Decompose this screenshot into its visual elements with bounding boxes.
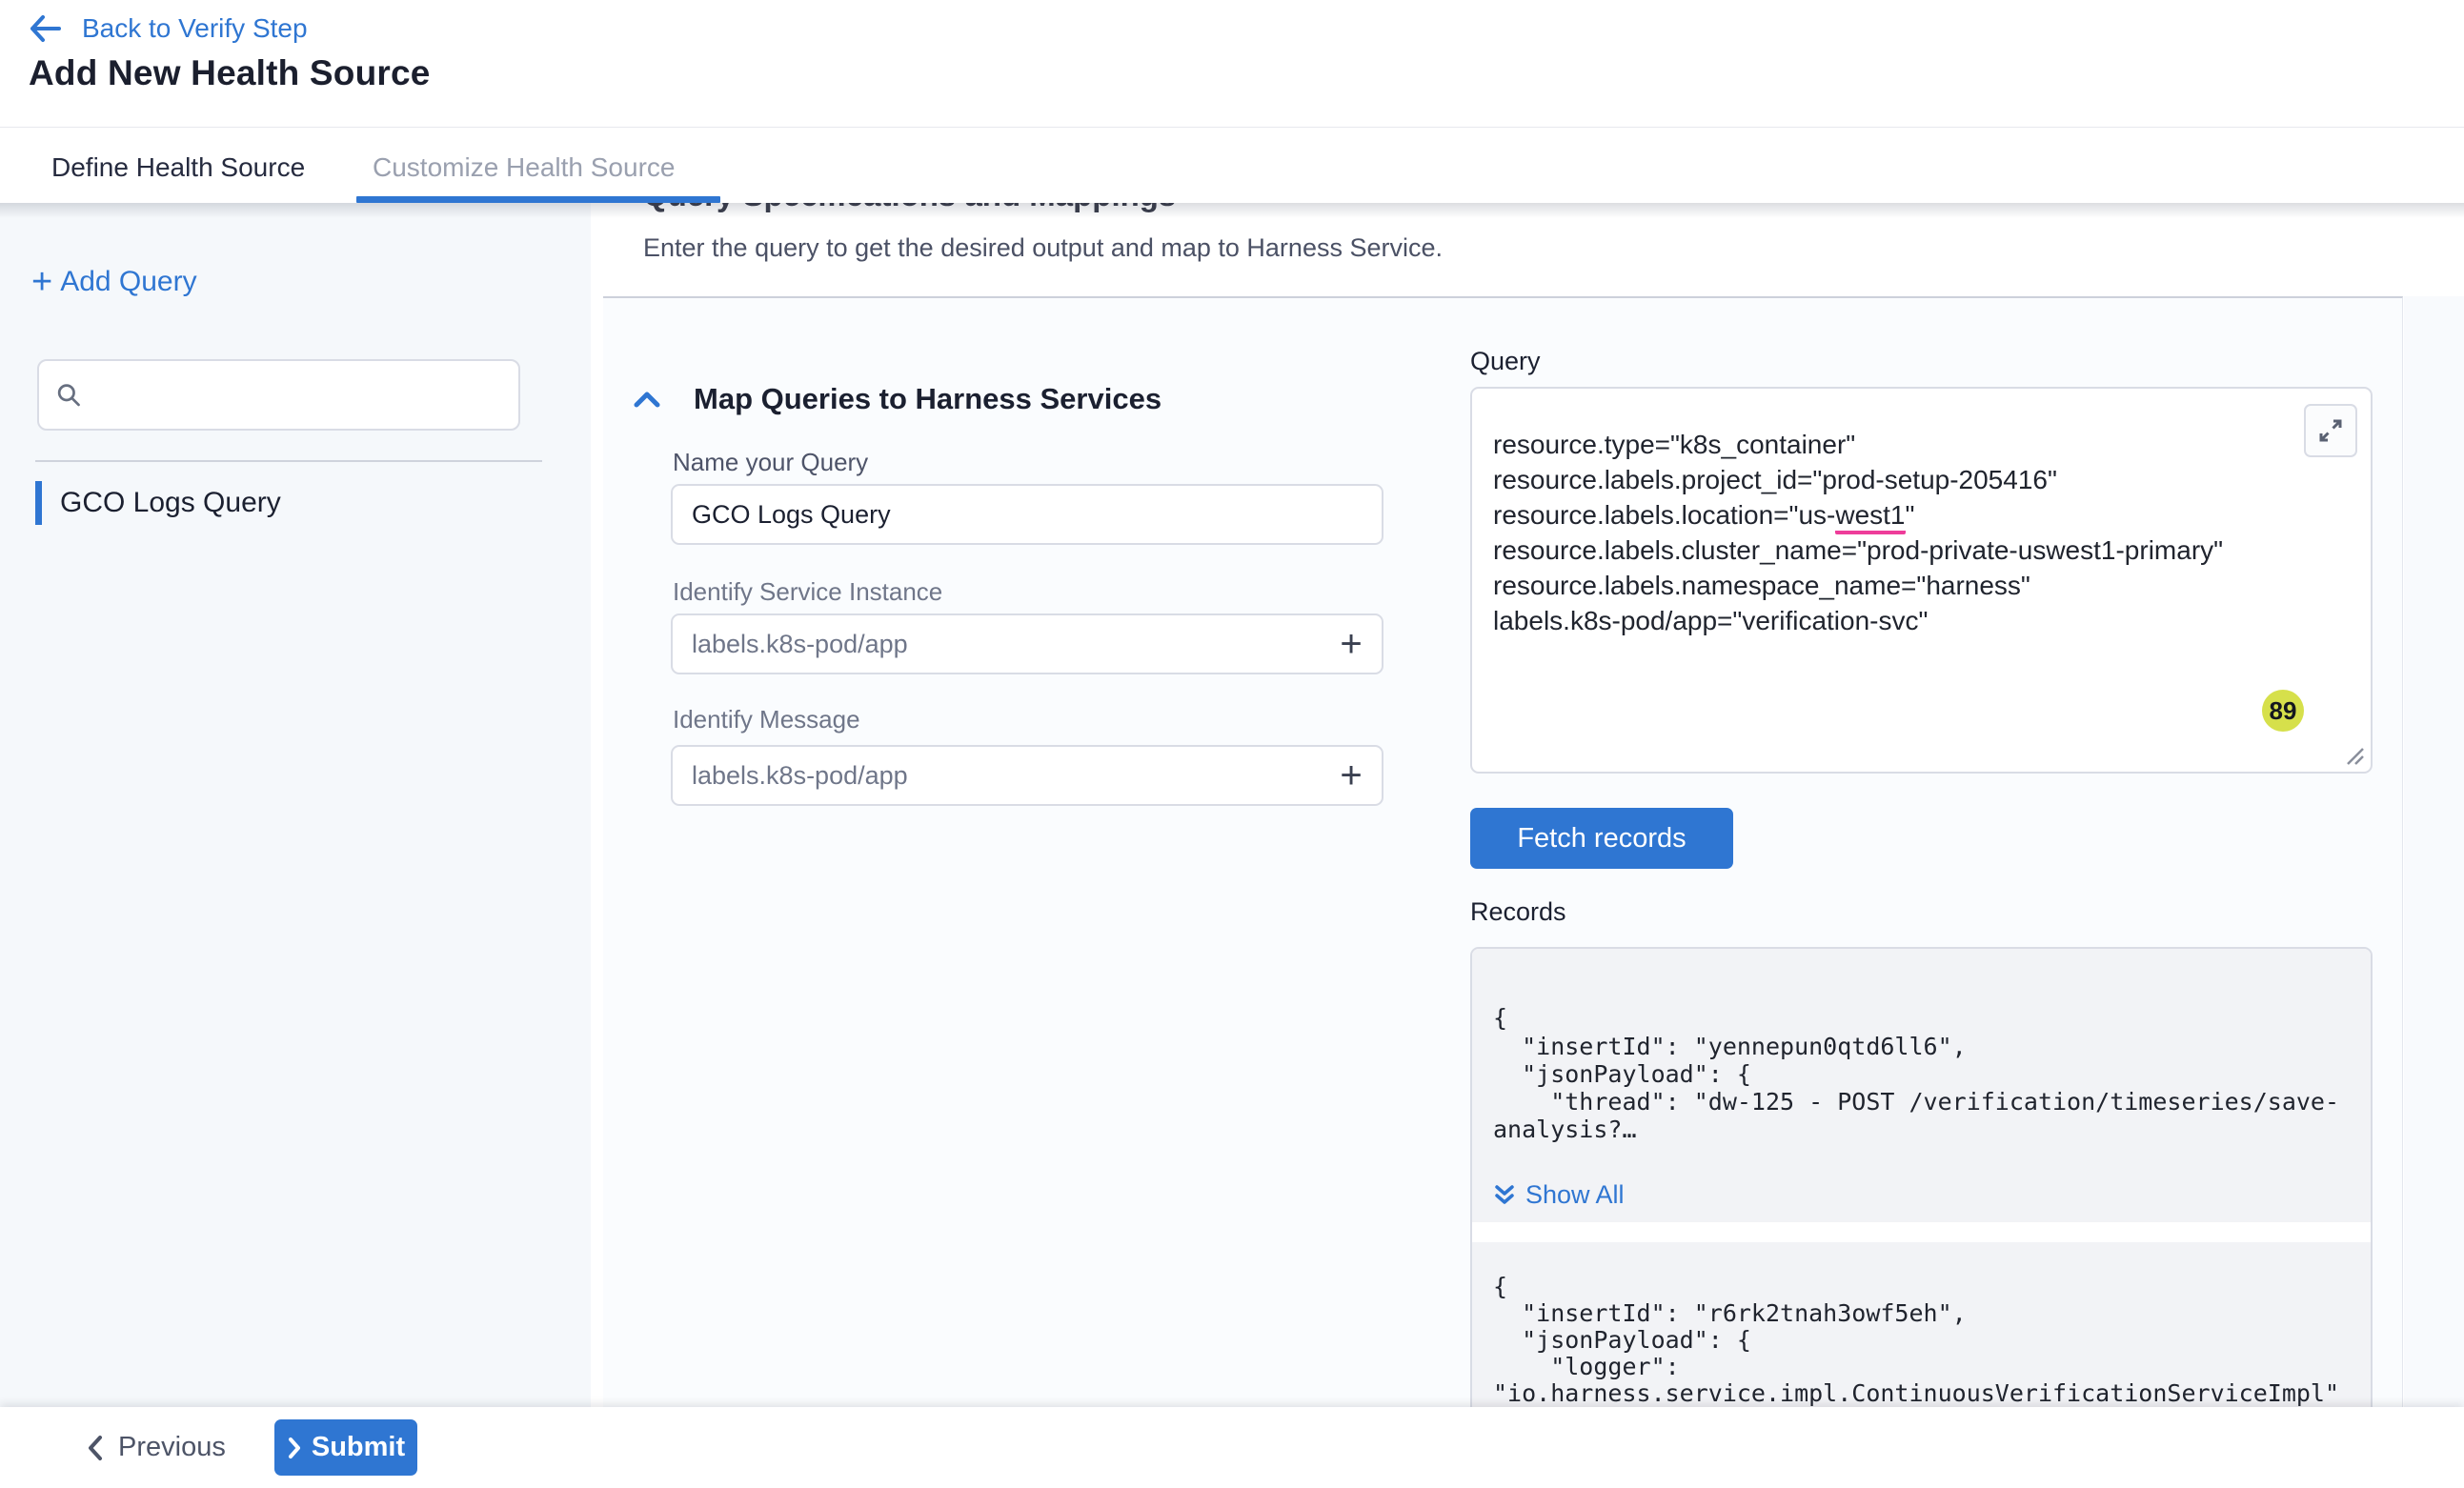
- query-line: resource.labels.location="us-west1": [1493, 497, 1914, 533]
- name-query-label: Name your Query: [673, 448, 868, 477]
- footer-bar: Previous Submit: [0, 1407, 2464, 1488]
- add-message-button[interactable]: +: [1332, 756, 1370, 794]
- submit-button[interactable]: Submit: [274, 1419, 417, 1476]
- tabbar-shadow: [0, 203, 2464, 218]
- tab-customize-health-source[interactable]: Customize Health Source: [373, 152, 675, 183]
- record-line: "insertId": "r6rk2tnah3owf5eh",: [1493, 1299, 1967, 1327]
- records-container: { "insertId": "yennepun0qtd6ll6", "jsonP…: [1470, 947, 2373, 1409]
- query-mapping-card: Map Queries to Harness Services Name you…: [603, 296, 2403, 1407]
- record-line: {: [1493, 1273, 1507, 1300]
- chevron-right-icon: [287, 1437, 302, 1459]
- record-line: "insertId": "yennepun0qtd6ll6",: [1493, 1033, 1967, 1060]
- query-line: resource.labels.project_id="prod-setup-2…: [1493, 462, 2057, 497]
- scroll-gutter: [2404, 296, 2464, 1407]
- search-input[interactable]: [95, 379, 501, 411]
- page-title: Add New Health Source: [29, 53, 431, 93]
- query-line: resource.type="k8s_container": [1493, 427, 1855, 462]
- query-search-box: [37, 359, 520, 431]
- record-item[interactable]: { "insertId": "r6rk2tnah3owf5eh", "jsonP…: [1472, 1242, 2371, 1409]
- record-line: analysis?…: [1493, 1116, 1637, 1143]
- page-header: Back to Verify Step Add New Health Sourc…: [0, 0, 2464, 128]
- chevron-left-icon: [86, 1435, 105, 1461]
- name-query-input[interactable]: [671, 484, 1383, 545]
- query-list-item[interactable]: GCO Logs Query: [0, 481, 281, 525]
- previous-button[interactable]: Previous: [80, 1407, 232, 1488]
- add-query-label: Add Query: [60, 266, 196, 298]
- sidebar-divider: [35, 460, 542, 462]
- record-line: "thread": "dw-125 - POST /verification/t…: [1493, 1088, 2339, 1116]
- record-line: {: [1493, 1004, 1507, 1032]
- service-instance-input[interactable]: [671, 613, 1383, 674]
- tab-define-health-source[interactable]: Define Health Source: [51, 152, 305, 183]
- query-item-label: GCO Logs Query: [60, 487, 281, 519]
- search-icon: [56, 381, 82, 410]
- query-sidebar: + Add Query GCO Logs Query: [0, 203, 591, 1407]
- record-line: "jsonPayload": {: [1493, 1326, 1751, 1354]
- record-line: "jsonPayload": {: [1493, 1060, 1751, 1088]
- record-item[interactable]: { "insertId": "yennepun0qtd6ll6", "jsonP…: [1472, 949, 2371, 1222]
- query-specifications-subheading: Enter the query to get the desired outpu…: [643, 233, 1443, 263]
- query-line: resource.labels.cluster_name="prod-priva…: [1493, 533, 2223, 568]
- query-line: labels.k8s-pod/app="verification-svc": [1493, 603, 1928, 638]
- service-instance-label: Identify Service Instance: [673, 577, 942, 607]
- previous-label: Previous: [118, 1432, 226, 1463]
- double-chevron-down-icon: [1493, 1183, 1516, 1208]
- back-arrow-icon: [29, 14, 61, 43]
- active-tab-underline: [356, 196, 720, 203]
- identify-message-label: Identify Message: [673, 705, 860, 734]
- identify-message-input[interactable]: [671, 745, 1383, 806]
- fetch-records-button[interactable]: Fetch records: [1470, 808, 1733, 869]
- char-count-badge: 89: [2262, 690, 2304, 732]
- add-query-button[interactable]: + Add Query: [31, 266, 197, 298]
- query-label: Query: [1470, 347, 1541, 376]
- records-label: Records: [1470, 897, 1566, 927]
- expand-query-button[interactable]: [2304, 404, 2357, 457]
- fullscreen-icon: [2317, 417, 2344, 444]
- submit-label: Submit: [312, 1432, 405, 1463]
- plus-icon: +: [31, 268, 52, 296]
- query-editor[interactable]: resource.type="k8s_container" resource.l…: [1470, 387, 2373, 774]
- back-link-label: Back to Verify Step: [82, 13, 308, 44]
- add-service-instance-button[interactable]: +: [1332, 625, 1370, 663]
- show-all-label: Show All: [1525, 1180, 1625, 1210]
- show-all-button[interactable]: Show All: [1493, 1180, 1625, 1210]
- collapse-section-button[interactable]: [633, 390, 661, 409]
- resize-handle[interactable]: [2344, 745, 2367, 768]
- add-health-source-page: Query Specifications and Mappings Enter …: [0, 0, 2464, 1488]
- back-link[interactable]: Back to Verify Step: [29, 13, 308, 44]
- tab-bar: Define Health Source Customize Health So…: [0, 128, 2464, 203]
- query-line: resource.labels.namespace_name="harness": [1493, 568, 2030, 603]
- selected-item-indicator: [35, 481, 42, 525]
- record-line: "io.harness.service.impl.ContinuousVerif…: [1493, 1379, 2339, 1407]
- record-line: "logger":: [1493, 1353, 1680, 1380]
- spellcheck-underline: west1: [1835, 500, 1905, 534]
- chevron-up-icon: [633, 390, 661, 409]
- section-title: Map Queries to Harness Services: [694, 382, 1161, 416]
